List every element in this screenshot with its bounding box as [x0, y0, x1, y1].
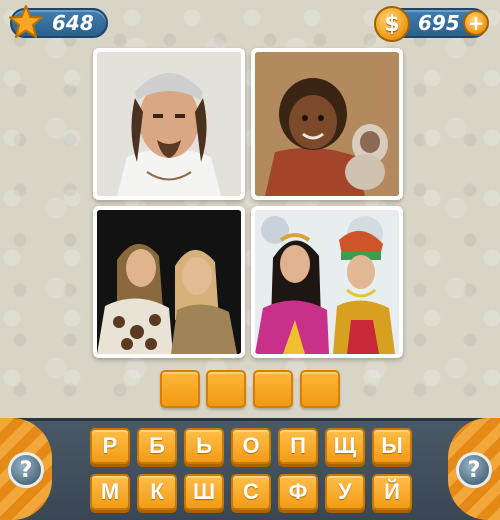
clue-photo-3[interactable]: [93, 206, 245, 358]
clue-photo-1[interactable]: [93, 48, 245, 200]
clue-photo-2[interactable]: [251, 48, 403, 200]
help-button-right[interactable]: ?: [456, 452, 492, 488]
dollar-coin-icon: $: [374, 6, 410, 42]
letter-key[interactable]: Р: [90, 428, 130, 464]
letter-key[interactable]: Ы: [372, 428, 412, 464]
letter-key[interactable]: Ф: [278, 474, 318, 510]
patterned-background: [0, 0, 500, 425]
clue-photo-4[interactable]: [251, 206, 403, 358]
question-mark-icon: ?: [19, 457, 33, 483]
letter-key[interactable]: Ь: [184, 428, 224, 464]
star-icon: [9, 5, 43, 38]
letter-key[interactable]: У: [325, 474, 365, 510]
two-women-image: [97, 210, 241, 354]
answer-slot-4[interactable]: [300, 370, 340, 408]
letter-key[interactable]: П: [278, 428, 318, 464]
answer-slot-3[interactable]: [253, 370, 293, 408]
letter-key[interactable]: М: [90, 474, 130, 510]
coins-value: 695: [418, 11, 460, 35]
letter-key[interactable]: Б: [137, 428, 177, 464]
letter-key[interactable]: Й: [372, 474, 412, 510]
plus-icon: +: [467, 11, 485, 35]
letter-key[interactable]: Щ: [325, 428, 365, 464]
girl-with-monkey-image: [255, 52, 399, 196]
help-button-left[interactable]: ?: [8, 452, 44, 488]
man-portrait-image: [97, 52, 241, 196]
answer-slot-2[interactable]: [206, 370, 246, 408]
score-value: 648: [52, 11, 94, 35]
question-mark-icon: ?: [467, 457, 481, 483]
letter-key[interactable]: О: [231, 428, 271, 464]
gypsy-costumes-image: [255, 210, 399, 354]
letter-key[interactable]: С: [231, 474, 271, 510]
letter-key[interactable]: К: [137, 474, 177, 510]
letter-key[interactable]: Ш: [184, 474, 224, 510]
add-coins-button[interactable]: +: [463, 10, 489, 36]
answer-slot-1[interactable]: [160, 370, 200, 408]
